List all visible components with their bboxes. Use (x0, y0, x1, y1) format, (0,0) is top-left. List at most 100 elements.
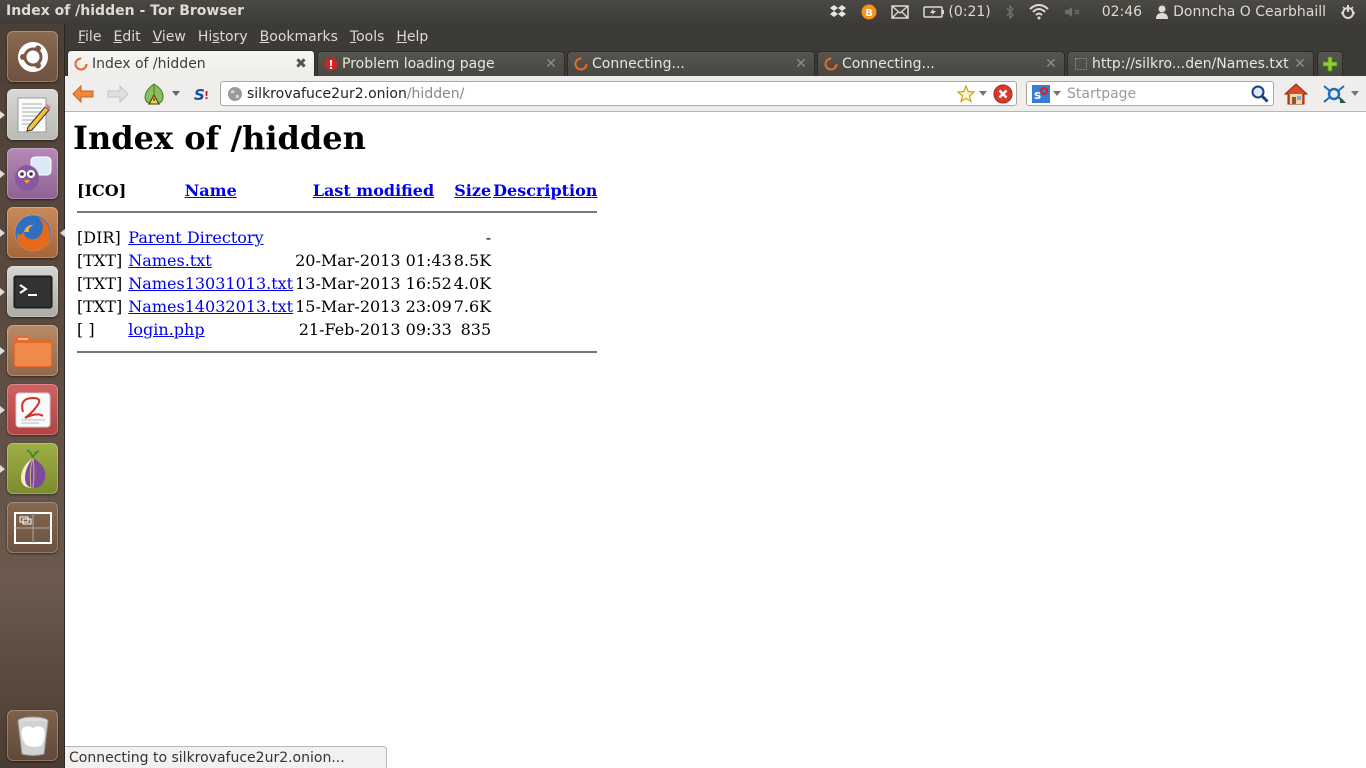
column-header-name: Name (128, 180, 293, 206)
noscript-icon: S! (194, 86, 209, 103)
file-description (493, 272, 597, 295)
clock[interactable]: 02:46 (1090, 0, 1149, 24)
launcher-pidgin[interactable] (7, 148, 58, 199)
table-header-row: [ICO] Name Last modified Size Descriptio… (77, 180, 597, 206)
tor-onion-icon (20, 448, 45, 488)
launcher-workspace-switcher[interactable] (7, 502, 58, 553)
close-tab-icon[interactable]: ✕ (1044, 56, 1058, 72)
tab-names-txt[interactable]: http://silkro...den/Names.txt ✕ (1067, 51, 1314, 76)
wifi-icon[interactable] (1022, 0, 1056, 24)
battery-indicator[interactable]: (0:21) (916, 0, 997, 24)
engine-dropdown-icon[interactable] (1053, 90, 1061, 97)
user-menu[interactable]: Donncha O Cearbhaill (1149, 0, 1333, 24)
launcher (0, 24, 65, 768)
history-dropdown-icon[interactable] (979, 90, 987, 97)
power-gear-icon[interactable] (1333, 0, 1366, 24)
menu-tools[interactable]: Tools (344, 29, 391, 45)
volume-muted-icon[interactable] (1056, 0, 1090, 24)
menu-bookmarks[interactable]: Bookmarks (254, 29, 344, 45)
search-bar[interactable]: s (1026, 81, 1274, 106)
launcher-document-viewer[interactable] (7, 384, 58, 435)
file-size: 835 (460, 320, 492, 339)
loading-spinner-icon (824, 57, 838, 71)
url-text[interactable]: silkrovafuce2ur2.onion/hidden/ (247, 86, 464, 102)
file-name-cell: Names.txt (128, 249, 293, 272)
sort-by-description-link[interactable]: Description (493, 181, 597, 200)
close-tab-icon[interactable]: ✕ (794, 56, 808, 72)
forward-button[interactable] (105, 82, 131, 106)
file-link[interactable]: Names13031013.txt (128, 274, 293, 293)
file-modified: 13-Mar-2013 16:52 (295, 274, 452, 293)
dropbox-icon[interactable] (822, 0, 854, 24)
launcher-trash[interactable] (7, 710, 58, 761)
menu-view[interactable]: View (147, 29, 192, 45)
menu-file[interactable]: File (72, 29, 107, 45)
tab-problem-loading[interactable]: Problem loading page ✕ (317, 51, 565, 76)
file-link[interactable]: login.php (128, 320, 204, 339)
navigation-toolbar: S! silkrovafuce2ur2.onion/hidden/ s (65, 76, 1366, 112)
running-indicator (0, 288, 5, 296)
close-tab-icon[interactable]: ✖ (294, 56, 308, 72)
running-indicator (0, 406, 5, 414)
tab-index-of-hidden[interactable]: Index of /hidden ✖ (67, 50, 315, 76)
tab-title: Connecting... (592, 56, 685, 72)
bluetooth-icon[interactable] (998, 0, 1022, 24)
home-icon (1284, 83, 1308, 105)
parent-directory-link[interactable]: Parent Directory (128, 228, 263, 247)
tor-warning-onion-icon (144, 83, 164, 105)
tab-title: Connecting... (842, 56, 935, 72)
folder-icon (13, 335, 52, 367)
mail-icon[interactable] (884, 0, 916, 24)
sort-by-name-link[interactable]: Name (185, 181, 237, 200)
divider (77, 211, 598, 213)
table-row: [TXT] Names.txt 20-Mar-2013 01:43 8.5K (77, 249, 597, 272)
tab-connecting-2[interactable]: Connecting... ✕ (817, 51, 1065, 76)
addon-toolbar-button[interactable] (1320, 82, 1360, 106)
file-size: 7.6K (453, 297, 492, 316)
bitcoin-icon[interactable]: B (854, 0, 884, 24)
table-row: [TXT] Names14032013.txt 15-Mar-2013 23:0… (77, 295, 597, 318)
bookmark-star-icon[interactable] (957, 84, 975, 103)
column-header-size: Size (454, 180, 491, 206)
launcher-text-editor[interactable] (7, 89, 58, 140)
pidgin-icon (14, 156, 51, 191)
file-type: [ ] (77, 320, 95, 339)
running-indicator (0, 170, 5, 178)
menu-history[interactable]: History (192, 29, 254, 45)
new-tab-button[interactable] (1317, 51, 1343, 76)
url-bar[interactable]: silkrovafuce2ur2.onion/hidden/ (220, 81, 1017, 106)
launcher-firefox[interactable] (7, 207, 58, 258)
file-link[interactable]: Names.txt (128, 251, 211, 270)
file-modified: 21-Feb-2013 09:33 (298, 320, 452, 339)
sort-by-size-link[interactable]: Size (454, 181, 491, 200)
plus-icon (1322, 56, 1338, 72)
launcher-files[interactable] (7, 325, 58, 376)
tab-title: Index of /hidden (92, 55, 206, 72)
back-button[interactable] (70, 82, 96, 106)
startpage-engine-icon[interactable]: s (1032, 84, 1050, 103)
torbutton[interactable] (141, 82, 181, 106)
home-button[interactable] (1283, 82, 1309, 106)
https-everywhere-button[interactable]: S! (193, 82, 213, 106)
launcher-ubuntu-dash[interactable] (7, 31, 58, 82)
menu-help[interactable]: Help (390, 29, 434, 45)
file-type: [TXT] (77, 274, 123, 293)
search-input[interactable] (1067, 85, 1247, 102)
sort-by-modified-link[interactable]: Last modified (313, 181, 434, 200)
firefox-icon (14, 214, 51, 251)
file-link[interactable]: Names14032013.txt (128, 297, 293, 316)
close-tab-icon[interactable]: ✕ (1293, 56, 1307, 72)
tab-connecting-1[interactable]: Connecting... ✕ (567, 51, 815, 76)
launcher-tor-browser[interactable] (7, 443, 58, 494)
stop-icon[interactable] (993, 84, 1013, 104)
file-description (493, 249, 597, 272)
menu-edit[interactable]: Edit (107, 29, 146, 45)
dropdown-arrow-icon (172, 91, 180, 96)
file-description (493, 318, 597, 341)
close-tab-icon[interactable]: ✕ (544, 56, 558, 72)
launcher-terminal[interactable] (7, 266, 58, 317)
search-icon[interactable] (1251, 85, 1269, 103)
file-name-cell: Names14032013.txt (128, 295, 293, 318)
running-indicator (0, 111, 5, 119)
page-content: Index of /hidden [ICO] Name Last modifie… (65, 113, 1366, 768)
